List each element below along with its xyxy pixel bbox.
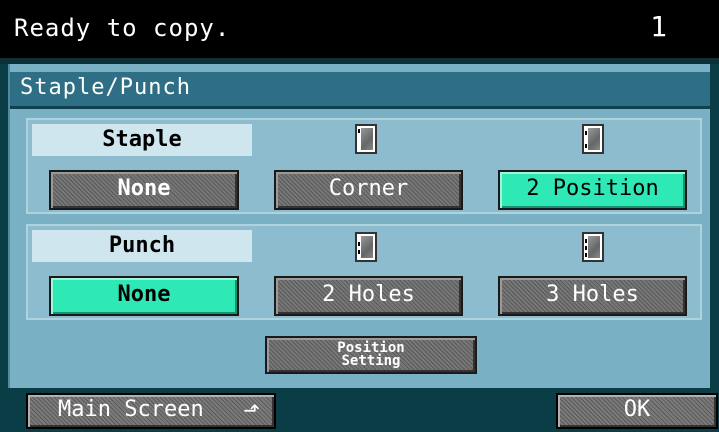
ok-button[interactable]: OK [556, 393, 718, 429]
staple-label: Staple [32, 124, 252, 156]
punch-none-button[interactable]: None [49, 276, 239, 316]
staple-section: Staple None Corner 2 Position [26, 118, 702, 214]
punch-2-holes-button[interactable]: 2 Holes [274, 276, 463, 316]
punch-3-holes-button[interactable]: 3 Holes [498, 276, 687, 316]
status-bar: Ready to copy. 1 [0, 0, 719, 58]
staple-2-position-button[interactable]: 2 Position [498, 170, 687, 210]
main-screen-label: Main Screen [58, 397, 204, 422]
punch-section: Punch None 2 Holes 3 Holes [26, 224, 702, 320]
punch-2-holes-icon [355, 232, 377, 262]
staple-punch-panel: Staple/Punch Staple None Corner 2 Positi… [8, 64, 710, 388]
panel-title: Staple/Punch [20, 75, 191, 100]
staple-none-button[interactable]: None [49, 170, 239, 210]
main-screen-button[interactable]: Main Screen ⬏ [26, 393, 276, 429]
position-setting-line2: Setting [341, 353, 401, 369]
punch-label: Punch [32, 230, 252, 262]
status-message: Ready to copy. [14, 14, 231, 42]
arrow-up-icon: ⬏ [243, 398, 260, 422]
staple-corner-icon [355, 124, 377, 154]
staple-corner-button[interactable]: Corner [274, 170, 463, 210]
panel-title-bar: Staple/Punch [10, 72, 710, 109]
staple-2-position-icon [582, 124, 604, 154]
position-setting-button[interactable]: Position Setting [265, 336, 477, 374]
copy-count: 1 [650, 10, 667, 43]
punch-3-holes-icon [582, 232, 604, 262]
